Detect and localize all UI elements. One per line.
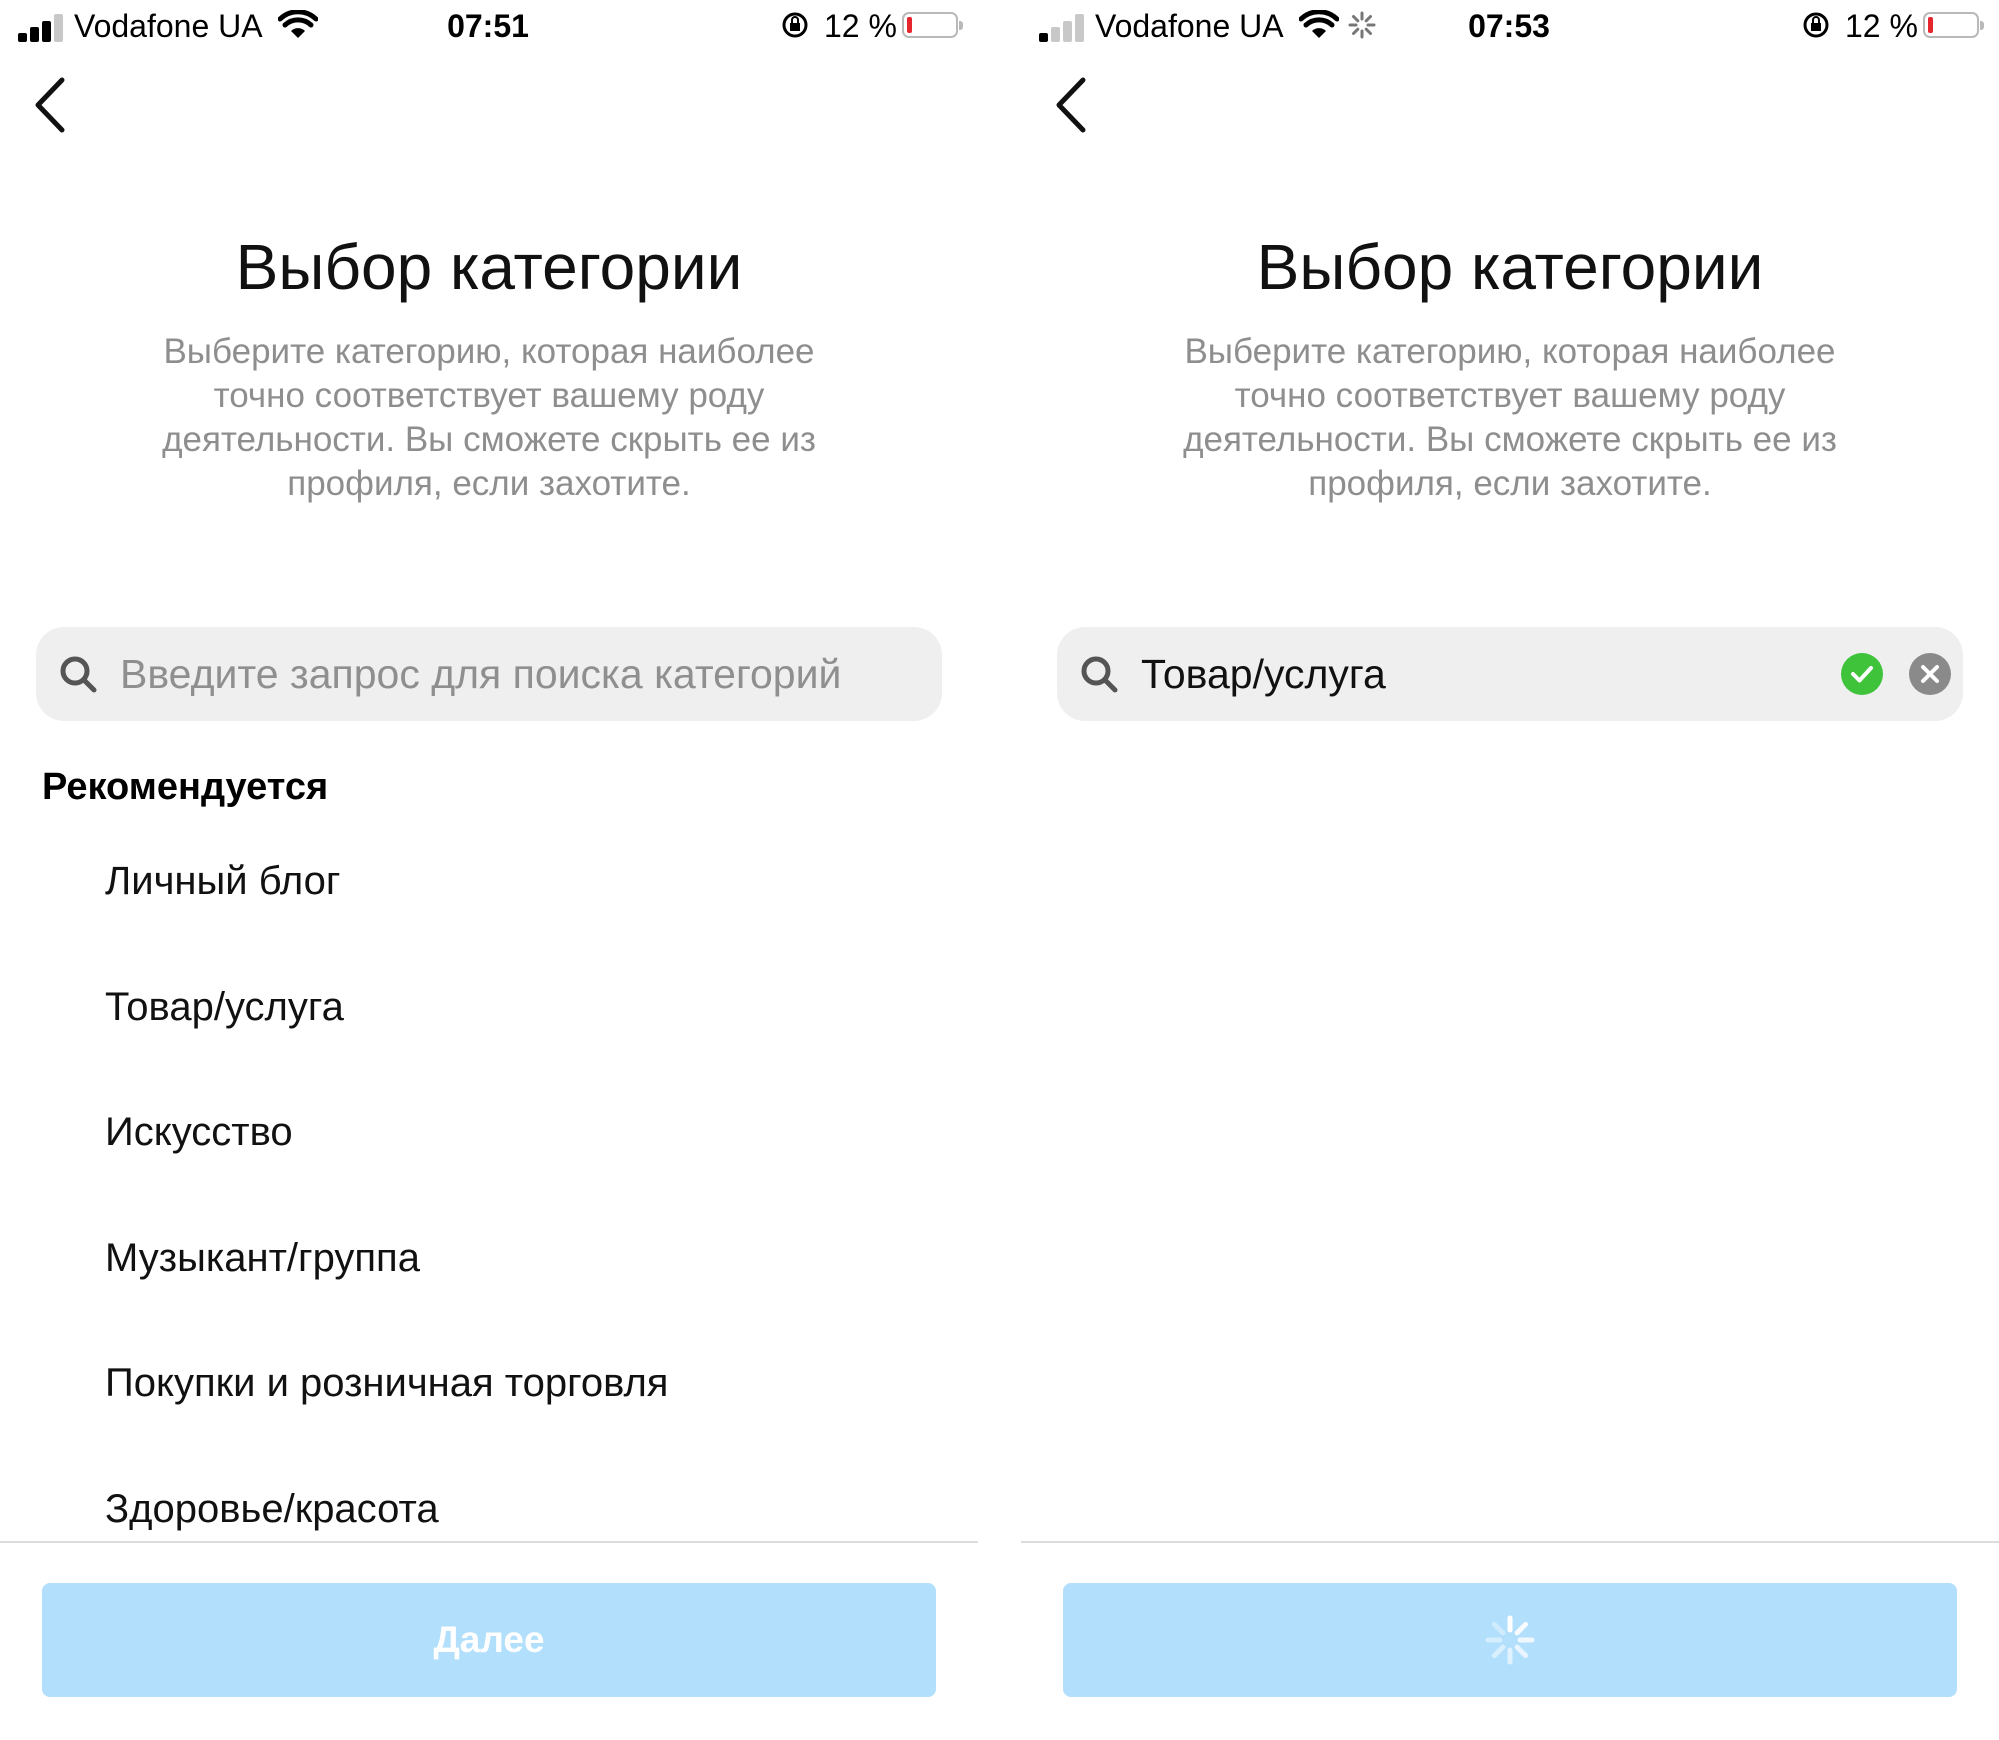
- signal-icon: [18, 12, 80, 42]
- carrier-name: Vodafone UA: [1095, 8, 1284, 44]
- wifi-icon: [1299, 10, 1339, 38]
- category-item[interactable]: Покупки и розничная торговля: [0, 1340, 978, 1466]
- category-item[interactable]: Товар/услуга: [0, 964, 978, 1090]
- section-title-recommended: Рекомендуется: [42, 766, 329, 808]
- back-chevron-icon[interactable]: [1049, 72, 1099, 138]
- category-item[interactable]: Музыкант/группа: [0, 1215, 978, 1341]
- footer-divider: [0, 1541, 978, 1543]
- carrier-name: Vodafone UA: [74, 8, 263, 44]
- loading-spinner-icon: [1348, 11, 1376, 39]
- page-title: Выбор категории: [235, 231, 743, 303]
- page-subtitle: Выберите категорию, которая наиболее точ…: [1183, 332, 1837, 503]
- battery-icon: [1923, 12, 1984, 38]
- clock: 07:51: [447, 8, 529, 44]
- loading-spinner-icon: [1485, 1615, 1535, 1665]
- category-search-field[interactable]: [1057, 627, 1963, 721]
- status-bar: Vodafone UA 07:51 12 %: [0, 0, 978, 56]
- search-input[interactable]: [1141, 627, 1781, 721]
- status-bar: Vodafone UA 07:53 12 %: [1021, 0, 1999, 56]
- page-title: Выбор категории: [1256, 231, 1764, 303]
- orientation-lock-icon: [1803, 12, 1829, 38]
- screen-category-empty: Vodafone UA 07:51 12 % Выбор категории В…: [0, 0, 978, 1740]
- back-chevron-icon[interactable]: [28, 72, 78, 138]
- signal-icon: [1039, 12, 1101, 42]
- next-button-loading[interactable]: [1063, 1583, 1957, 1697]
- battery-percent: 12 %: [1845, 8, 1918, 44]
- category-list: Личный блог Товар/услуга Искусство Музык…: [0, 838, 978, 1591]
- page-subtitle: Выберите категорию, которая наиболее точ…: [162, 332, 816, 503]
- battery-percent: 12 %: [824, 8, 897, 44]
- clock: 07:53: [1468, 8, 1550, 44]
- wifi-icon: [278, 10, 318, 38]
- search-input[interactable]: [120, 627, 880, 721]
- search-icon: [1081, 656, 1118, 693]
- screen-category-selected: Vodafone UA 07:53 12 % Выбор категории В…: [1021, 0, 1999, 1740]
- category-item[interactable]: Личный блог: [0, 838, 978, 964]
- battery-icon: [902, 12, 963, 38]
- clear-icon[interactable]: [1909, 653, 1951, 695]
- footer-divider: [1021, 1541, 1999, 1543]
- search-icon: [60, 656, 97, 693]
- category-item[interactable]: Искусство: [0, 1089, 978, 1215]
- checkmark-icon: [1841, 653, 1883, 695]
- orientation-lock-icon: [782, 12, 808, 38]
- category-search-field[interactable]: [36, 627, 942, 721]
- next-button[interactable]: Далее: [42, 1583, 936, 1697]
- category-item[interactable]: Здоровье/красота: [0, 1466, 978, 1592]
